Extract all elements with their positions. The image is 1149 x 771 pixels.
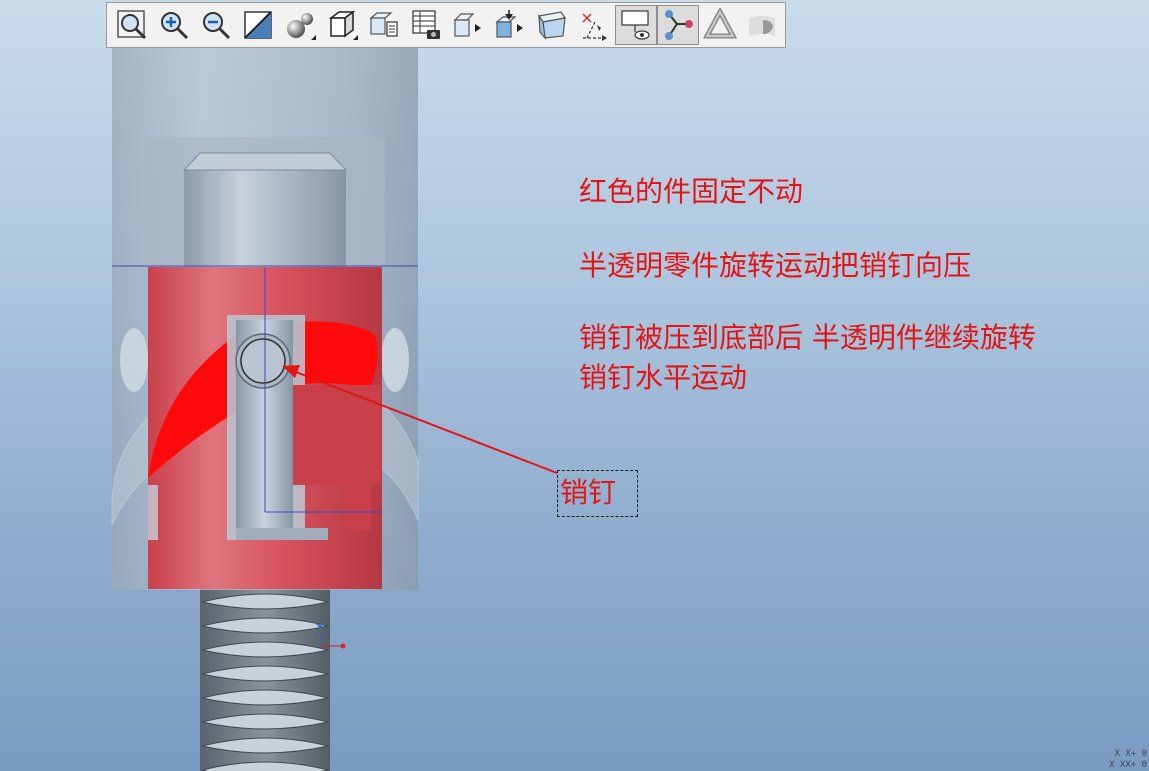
model-viewport[interactable] (0, 0, 1149, 771)
note-pin-pressed: 销钉被压到底部后 半透明件继续旋转 (579, 321, 1036, 354)
coord-line: X X+ 0 (1114, 749, 1147, 759)
pin-callout-label[interactable]: 销钉 (557, 470, 638, 517)
pin-part (235, 333, 291, 389)
note-translucent-rotation: 半透明零件旋转运动把销钉向压 (579, 249, 972, 282)
coord-line: X XX+ 0 (1109, 760, 1147, 770)
note-pin-horizontal: 销钉水平运动 (579, 361, 748, 394)
threaded-shaft (200, 585, 330, 771)
coordinate-readout: X X+ 0 X XX+ 0 (1109, 749, 1147, 771)
csys-marker (316, 622, 346, 649)
note-fixed-red-part: 红色的件固定不动 (579, 175, 804, 208)
